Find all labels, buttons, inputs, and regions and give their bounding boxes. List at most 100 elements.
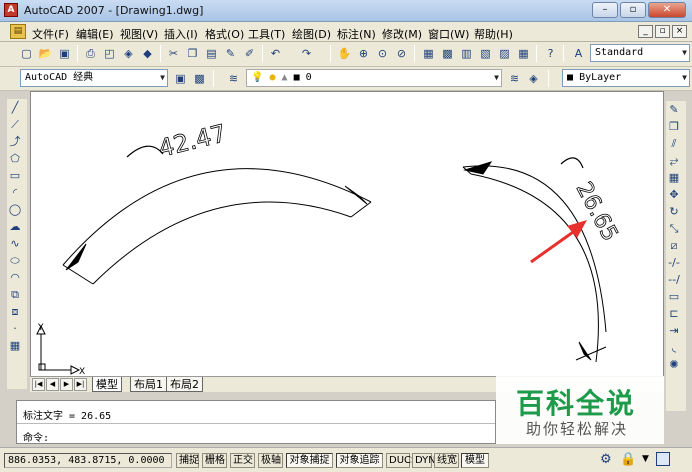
tab-layout2[interactable]: 布局2 [166,377,203,392]
tray-settings-icon[interactable]: ⚙ [600,452,612,467]
coordinate-readout[interactable]: 886.0353, 483.8715, 0.0000 [4,453,172,468]
otrack-toggle[interactable]: 对象追踪 [336,453,383,468]
zoom-window-icon[interactable]: ⊙ [374,45,391,62]
break-icon[interactable]: ▭ [666,288,682,305]
tool-palettes-icon[interactable]: ▥ [458,45,475,62]
doc-restore-button[interactable]: ▫ [655,25,670,38]
zoom-previous-icon[interactable]: ⊘ [393,45,410,62]
rotate-icon[interactable]: ↻ [666,203,682,220]
menu-edit[interactable]: 编辑(E) [76,26,114,42]
rectangle-icon[interactable]: ▭ [7,167,23,184]
doc-close-button[interactable]: × [672,25,687,38]
offset-icon[interactable]: ⥂ [666,152,682,169]
ducs-toggle[interactable]: DUCS [386,453,417,468]
menu-tools[interactable]: 工具(T) [248,26,285,42]
dyn-toggle[interactable]: DYN [412,453,436,468]
lineweight-toggle[interactable]: 线宽 [434,453,459,468]
lock-icon[interactable]: 🔒 [620,452,636,467]
grid-toggle[interactable]: 栅格 [202,453,227,468]
menu-help[interactable]: 帮助(H) [474,26,513,42]
move-icon[interactable]: ✥ [666,186,682,203]
menu-insert[interactable]: 插入(I) [164,26,198,42]
revision-cloud-icon[interactable]: ☁ [7,218,23,235]
doc-minimize-button[interactable]: _ [638,25,653,38]
fillet-icon[interactable]: ◟ [666,339,682,356]
spline-icon[interactable]: ∿ [7,235,23,252]
redo-icon[interactable]: ↷ [298,45,315,62]
color-select[interactable]: ■ ByLayer ▼ [562,69,690,87]
tab-layout1[interactable]: 布局1 [130,377,167,392]
text-style-select[interactable]: Standard ▼ [590,44,690,62]
tab-last-button[interactable]: ▶| [74,378,87,391]
ortho-toggle[interactable]: 正交 [230,453,255,468]
chevron-down-icon[interactable]: ▼ [642,454,649,464]
workspace-save-icon[interactable]: ▩ [191,70,208,87]
trim-icon[interactable]: -/- [666,254,682,271]
extend-icon[interactable]: --/ [666,271,682,288]
model-space-toggle[interactable]: 模型 [461,453,489,468]
properties-icon[interactable]: ▦ [420,45,437,62]
save-icon[interactable]: ▣ [56,45,73,62]
mirror-icon[interactable]: ⫽ [666,135,682,152]
layer-manager-icon[interactable]: ≋ [225,70,242,87]
minimize-button[interactable]: – [592,2,618,18]
menu-file[interactable]: 文件(F) [32,26,69,42]
match-properties-icon[interactable]: ✎ [222,45,239,62]
menu-window[interactable]: 窗口(W) [428,26,469,42]
erase-icon[interactable]: ✎ [666,101,682,118]
block-editor-icon[interactable]: ✐ [241,45,258,62]
maximize-button[interactable]: ▫ [620,2,646,18]
close-button[interactable]: ✕ [648,2,686,18]
arc-left[interactable] [62,145,372,285]
publish-icon[interactable]: ◈ [120,45,137,62]
explode-icon[interactable]: ✺ [666,356,682,373]
document-icon[interactable]: ▤ [10,24,26,39]
polar-toggle[interactable]: 极轴 [258,453,283,468]
tab-prev-button[interactable]: ◀ [46,378,59,391]
join-icon[interactable]: ⊏ [666,305,682,322]
markup-icon[interactable]: ▨ [496,45,513,62]
dimension-text-42-47[interactable]: 42.47 [155,119,229,164]
tab-model[interactable]: 模型 [92,377,122,392]
copy-icon[interactable]: ❐ [184,45,201,62]
open-folder-icon[interactable]: 📂 [37,45,54,62]
menu-view[interactable]: 视图(V) [120,26,158,42]
osnap-toggle[interactable]: 对象捕捉 [286,453,333,468]
help-icon[interactable]: ? [542,45,559,62]
quickcalc-icon[interactable]: ▦ [515,45,532,62]
design-center-icon[interactable]: ▩ [439,45,456,62]
point-icon[interactable]: · [7,320,23,337]
sheet-set-icon[interactable]: ▧ [477,45,494,62]
layer-previous-icon[interactable]: ◈ [525,70,542,87]
plot-preview-icon[interactable]: ◰ [101,45,118,62]
hatch-icon[interactable]: ▦ [7,337,23,354]
array-icon[interactable]: ▦ [666,169,682,186]
new-file-icon[interactable]: ▢ [18,45,35,62]
menu-format[interactable]: 格式(O) [205,26,244,42]
scale-icon[interactable]: ⤡ [666,220,682,237]
snap-toggle[interactable]: 捕捉 [176,453,199,468]
make-block-icon[interactable]: ⧈ [7,303,23,320]
circle-icon[interactable]: ◯ [7,201,23,218]
menu-dimension[interactable]: 标注(N) [337,26,376,42]
chamfer-icon[interactable]: ⇥ [666,322,682,339]
text-style-icon[interactable]: A [570,45,587,62]
line-icon[interactable]: ╱ [7,99,23,116]
clean-screen-icon[interactable] [656,452,670,466]
insert-block-icon[interactable]: ⧉ [7,286,23,303]
ellipse-icon[interactable]: ⬭ [7,252,23,269]
zoom-realtime-icon[interactable]: ⊕ [355,45,372,62]
layer-select[interactable]: 💡 ● ▲ ■ 0 ▼ [246,69,502,87]
construction-line-icon[interactable]: ⟋ [7,116,23,133]
tab-next-button[interactable]: ▶ [60,378,73,391]
menu-modify[interactable]: 修改(M) [382,26,422,42]
command-window[interactable]: 标注文字 = 26.65 命令: [16,400,496,444]
command-prompt[interactable]: 命令: [23,429,49,444]
cut-icon[interactable]: ✂ [165,45,182,62]
arc-icon[interactable]: ◜ [7,184,23,201]
undo-icon[interactable]: ↶ [267,45,284,62]
3d-dwf-icon[interactable]: ◆ [139,45,156,62]
plot-icon[interactable]: ⎙ [82,45,99,62]
workspace-select[interactable]: AutoCAD 经典 ▼ [20,69,168,87]
make-layer-current-icon[interactable]: ≋ [506,70,523,87]
